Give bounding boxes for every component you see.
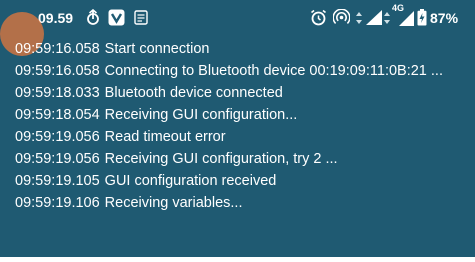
log-line: 09:59:19.056 Read timeout error xyxy=(15,126,470,148)
log-timestamp: 09:59:19.105 xyxy=(15,173,100,189)
log-timestamp: 09:59:19.106 xyxy=(15,195,100,211)
log-line: 09:59:19.105 GUI configuration received xyxy=(15,170,470,192)
log-timestamp: 09:59:19.056 xyxy=(15,151,100,167)
log-timestamp: 09:59:18.033 xyxy=(15,85,100,101)
data-arrows-icon xyxy=(356,12,362,28)
connection-log: 09:59:16.058 Start connection 09:59:16.05… xyxy=(15,38,470,214)
log-timestamp: 09:59:16.058 xyxy=(15,63,100,79)
bottom-edge xyxy=(0,257,475,262)
log-message: Connecting to Bluetooth device 00:19:09:… xyxy=(104,63,443,79)
log-message: Read timeout error xyxy=(104,129,226,145)
log-message: GUI configuration received xyxy=(104,173,277,189)
log-line: 09:59:19.056 Receiving GUI configuration,… xyxy=(15,148,470,170)
alarm-icon xyxy=(310,9,327,26)
upload-icon xyxy=(86,9,100,25)
log-line: 09:59:18.054 Receiving GUI configuration.… xyxy=(15,104,470,126)
lte-signal-icon: 4G xyxy=(392,3,414,27)
battery-icon xyxy=(417,9,427,26)
log-message: Receiving variables... xyxy=(104,195,243,211)
log-timestamp: 09:59:16.058 xyxy=(15,41,100,57)
signal-icon xyxy=(366,10,382,26)
log-line: 09:59:19.106 Receiving variables... xyxy=(15,192,470,214)
data-arrows-icon-2 xyxy=(384,12,390,28)
log-timestamp: 09:59:19.056 xyxy=(15,129,100,145)
log-line: 09:59:16.058 Start connection xyxy=(15,38,470,60)
log-timestamp: 09:59:18.054 xyxy=(15,107,100,123)
log-message: Receiving GUI configuration, try 2 ... xyxy=(104,151,338,167)
hotspot-icon xyxy=(333,9,350,25)
log-message: Bluetooth device connected xyxy=(104,85,283,101)
status-time: 09.59 xyxy=(38,10,74,26)
log-line: 09:59:16.058 Connecting to Bluetooth devi… xyxy=(15,60,470,82)
log-message: Receiving GUI configuration... xyxy=(104,107,298,123)
app-screen: 09.59 4G 87% 09:59:16.058 Start connecti… xyxy=(0,0,475,262)
network-type-label: 4G xyxy=(392,3,405,13)
notification-icon xyxy=(134,10,148,26)
log-message: Start connection xyxy=(104,41,210,57)
status-bar: 09.59 4G 87% xyxy=(0,0,475,36)
log-line: 09:59:18.033 Bluetooth device connected xyxy=(15,82,470,104)
battery-percent: 87% xyxy=(430,10,459,26)
vpn-check-icon xyxy=(108,9,125,26)
